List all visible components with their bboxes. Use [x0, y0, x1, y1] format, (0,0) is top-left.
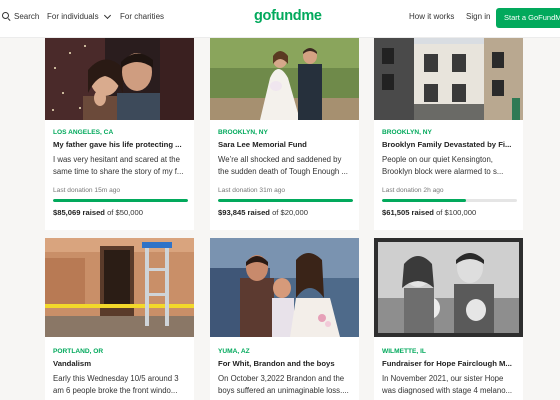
start-gofundme-button[interactable]: Start a GoFundMe	[496, 8, 560, 28]
fundraiser-card[interactable]: PORTLAND, OR Vandalism Early this Wednes…	[45, 238, 194, 400]
fundraiser-title[interactable]: Vandalism	[53, 359, 188, 368]
fundraiser-photo-family-portrait	[374, 238, 523, 337]
fundraiser-title[interactable]: Brooklyn Family Devastated by Fi...	[382, 140, 517, 149]
fundraiser-location: YUMA, AZ	[218, 348, 250, 355]
fundraiser-description: Early this Wednesday 10/5 around 3 am 6 …	[53, 374, 179, 395]
goal-amount: of $20,000	[272, 207, 308, 217]
fundraiser-description: In November 2021, our sister Hope was di…	[382, 374, 513, 395]
raised-amount: $61,505 raised	[382, 207, 434, 217]
amount-raised: $61,505 raised of $100,000	[382, 208, 517, 217]
fundraiser-title[interactable]: Fundraiser for Hope Fairclough M...	[382, 359, 517, 368]
amount-raised: $93,845 raised of $20,000	[218, 208, 353, 217]
fundraiser-location: LOS ANGELES, CA	[53, 129, 114, 136]
last-donation-time: Last donation 15m ago	[53, 187, 121, 194]
search-label: Search	[14, 12, 40, 21]
how-it-works-label: How it works	[409, 12, 455, 21]
fundraiser-photo-burned-building	[374, 38, 523, 120]
fundraiser-description: We’re all shocked and saddened by the su…	[218, 155, 348, 176]
fundraiser-title[interactable]: For Whit, Brandon and the boys	[218, 359, 353, 368]
fundraiser-card[interactable]: LOS ANGELES, CA My father gave his life …	[45, 38, 194, 230]
fundraiser-title[interactable]: Sara Lee Memorial Fund	[218, 140, 353, 149]
chevron-down-icon	[103, 11, 111, 19]
raised-amount: $85,069 raised	[53, 207, 105, 217]
last-donation-time: Last donation 31m ago	[218, 187, 286, 194]
gofundme-logo[interactable]: gofundme	[254, 8, 322, 24]
fundraiser-title[interactable]: My father gave his life protecting ...	[53, 140, 188, 149]
fundraiser-photo-vandalized-storefront	[45, 238, 194, 337]
fundraiser-card[interactable]: WILMETTE, IL Fundraiser for Hope Fairclo…	[374, 238, 523, 400]
how-it-works-link[interactable]: How it works	[409, 12, 454, 21]
fundraiser-progress-bar	[218, 199, 353, 202]
fundraiser-card[interactable]: BROOKLYN, NY Sara Lee Memorial Fund We’r…	[210, 38, 359, 230]
fundraiser-location: WILMETTE, IL	[382, 348, 426, 355]
sign-in-label: Sign in	[466, 12, 491, 21]
fundraiser-description: I was very hesitant and scared at the sa…	[53, 155, 184, 176]
for-charities-label: For charities	[120, 12, 165, 21]
fundraiser-photo-couple-selfie	[45, 38, 194, 120]
top-navigation-bar: Search For individuals For charities gof…	[0, 0, 560, 38]
fundraiser-card[interactable]: BROOKLYN, NY Brooklyn Family Devastated …	[374, 38, 523, 230]
fundraiser-location: BROOKLYN, NY	[218, 129, 268, 136]
goal-amount: of $100,000	[436, 207, 477, 217]
search-icon	[2, 12, 11, 21]
fundraiser-photo-wedding-couple	[210, 38, 359, 120]
for-charities-link[interactable]: For charities	[120, 12, 164, 21]
fundraiser-progress-bar	[53, 199, 188, 202]
search-link[interactable]: Search	[2, 12, 39, 21]
fundraiser-location: BROOKLYN, NY	[382, 129, 432, 136]
for-individuals-label: For individuals	[47, 12, 99, 21]
fundraiser-description: People on our quiet Kensington, Brooklyn…	[382, 155, 504, 176]
goal-amount: of $50,000	[107, 207, 143, 217]
fundraiser-photo-family-wedding	[210, 238, 359, 337]
sign-in-link[interactable]: Sign in	[466, 12, 490, 21]
for-individuals-menu[interactable]: For individuals	[47, 11, 111, 21]
fundraiser-progress-bar	[382, 199, 517, 202]
fundraiser-location: PORTLAND, OR	[53, 348, 104, 355]
fundraiser-description: On October 3,2022 Brandon and the boys s…	[218, 374, 349, 395]
last-donation-time: Last donation 2h ago	[382, 187, 444, 194]
amount-raised: $85,069 raised of $50,000	[53, 208, 188, 217]
fundraiser-card[interactable]: YUMA, AZ For Whit, Brandon and the boys …	[210, 238, 359, 400]
raised-amount: $93,845 raised	[218, 207, 270, 217]
